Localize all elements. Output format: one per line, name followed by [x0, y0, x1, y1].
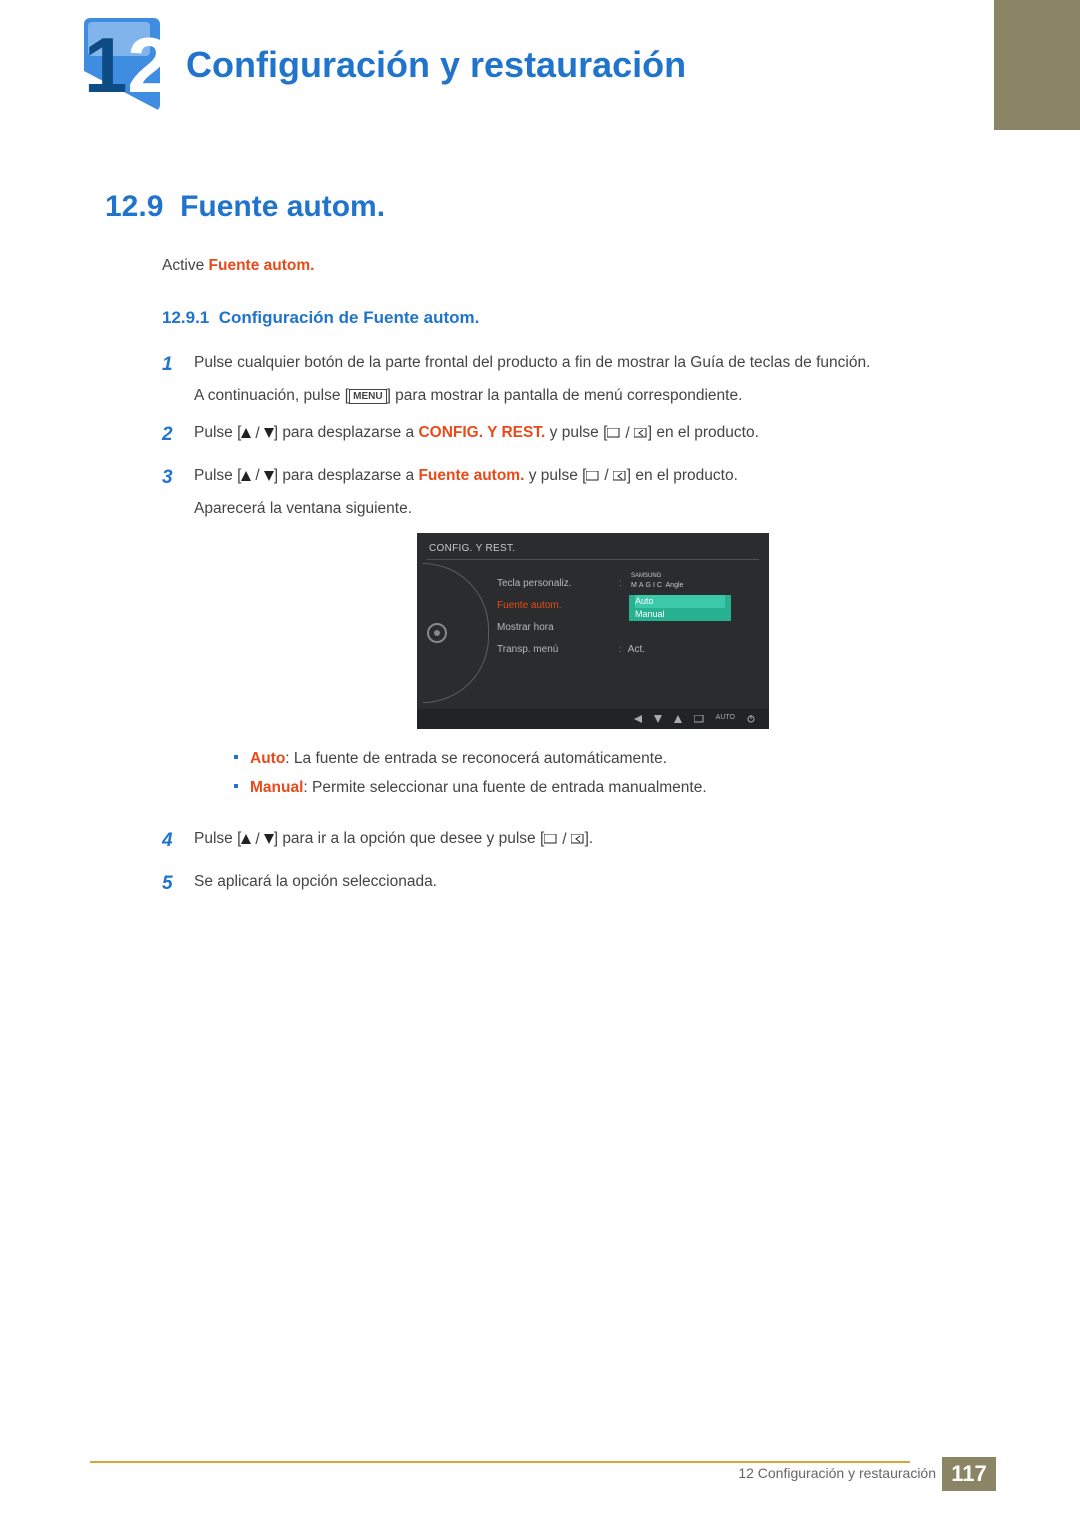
s4c: ]. [585, 830, 594, 847]
subsection-title: Configuración de Fuente autom. [219, 308, 480, 327]
up-down-icon: / [241, 464, 273, 487]
intro-prefix: Active [162, 257, 209, 274]
step-number: 2 [162, 421, 180, 450]
step1-p2b: ] para mostrar la pantalla de menú corre… [387, 387, 743, 404]
osd-auto-label: AUTO [716, 713, 735, 724]
step1-p2a: A continuación, pulse [ [194, 387, 349, 404]
chapter-digit-2: 2 [127, 21, 170, 109]
s2a: Pulse [ [194, 424, 241, 441]
osd-val4: Act. [628, 644, 645, 655]
header-stripe [994, 0, 1080, 130]
step-number: 1 [162, 351, 180, 408]
bullet-manual-label: Manual [250, 779, 303, 796]
osd-menu: Tecla personaliz. Fuente autom. Mostrar … [497, 573, 571, 661]
chapter-title: Configuración y restauración [186, 44, 686, 86]
step-3: 3 Pulse [/] para desplazarse a Fuente au… [162, 464, 992, 813]
bullet-manual-text: : Permite seleccionar una fuente de entr… [303, 779, 706, 796]
osd-item-selected: Fuente autom. [497, 595, 571, 617]
s3a: Pulse [ [194, 467, 241, 484]
power-icon [747, 715, 755, 723]
chapter-badge: 12 [84, 18, 177, 111]
osd-opt-manual: Manual [635, 608, 725, 621]
footer-divider [90, 1461, 910, 1463]
section-title: Fuente autom. [180, 190, 385, 223]
footer-chapter-line: 12 Configuración y restauración [738, 1465, 936, 1481]
s2b: ] para desplazarse a [274, 424, 419, 441]
s3b: ] para desplazarse a [274, 467, 419, 484]
step-number: 3 [162, 464, 180, 813]
gear-icon [425, 621, 449, 645]
bullet-auto-text: : La fuente de entrada se reconocerá aut… [285, 750, 667, 767]
s2c: y pulse [ [545, 424, 607, 441]
content-body: Active Fuente autom. 12.9.1 Configuració… [162, 254, 992, 912]
option-bullets: Auto: La fuente de entrada se reconocerá… [234, 747, 992, 800]
s2target: CONFIG. Y REST. [418, 424, 545, 441]
s4b: ] para ir a la opción que desee y pulse … [274, 830, 545, 847]
intro-line: Active Fuente autom. [162, 254, 992, 277]
enter-icon [694, 715, 704, 723]
osd-button-strip: AUTO [417, 709, 769, 729]
subsection-heading: 12.9.1 Configuración de Fuente autom. [162, 305, 992, 331]
enter-source-icon: / [586, 464, 626, 487]
chapter-digit-1: 1 [84, 21, 127, 109]
back-icon [634, 715, 642, 723]
s3d: ] en el producto. [627, 467, 738, 484]
enter-source-icon: / [607, 422, 647, 445]
osd-item: Tecla personaliz. [497, 573, 571, 595]
step-number: 5 [162, 870, 180, 899]
osd-item: Transp. menú [497, 639, 571, 661]
section-heading: 12.9 Fuente autom. [105, 190, 385, 224]
section-number: 12.9 [105, 190, 163, 223]
step-1: 1 Pulse cualquier botón de la parte fron… [162, 351, 992, 408]
down-icon [654, 715, 662, 723]
bullet-manual: Manual: Permite seleccionar una fuente d… [234, 776, 992, 799]
footer-page-number: 117 [942, 1457, 996, 1491]
bullet-auto-label: Auto [250, 750, 285, 767]
s2d: ] en el producto. [648, 424, 759, 441]
osd-title: CONFIG. Y REST. [429, 541, 515, 556]
menu-key-icon: MENU [349, 389, 386, 404]
subsection-number: 12.9.1 [162, 308, 209, 327]
osd-dropdown: Auto Manual [629, 595, 731, 621]
step-4: 4 Pulse [/] para ir a la opción que dese… [162, 827, 992, 856]
bullet-auto: Auto: La fuente de entrada se reconocerá… [234, 747, 992, 770]
step-5: 5 Se aplicará la opción seleccionada. [162, 870, 992, 899]
enter-source-icon: / [544, 828, 584, 851]
up-down-icon: / [241, 422, 273, 445]
step-2: 2 Pulse [/] para desplazarse a CONFIG. Y… [162, 421, 992, 450]
up-icon [674, 715, 682, 723]
s5text: Se aplicará la opción seleccionada. [194, 870, 992, 899]
step-number: 4 [162, 827, 180, 856]
s3e: Aparecerá la ventana siguiente. [194, 497, 992, 520]
s4a: Pulse [ [194, 830, 241, 847]
step1-line2: A continuación, pulse [MENU] para mostra… [194, 384, 992, 407]
osd-item: Mostrar hora [497, 617, 571, 639]
intro-highlight: Fuente autom. [209, 257, 315, 274]
step1-line1: Pulse cualquier botón de la parte fronta… [194, 351, 992, 374]
osd-opt-auto: Auto [635, 595, 725, 608]
s3target: Fuente autom. [418, 467, 524, 484]
osd-screenshot: CONFIG. Y REST. Tecla personaliz. Fuente… [417, 533, 769, 729]
s3c: y pulse [ [524, 467, 586, 484]
up-down-icon: / [241, 828, 273, 851]
